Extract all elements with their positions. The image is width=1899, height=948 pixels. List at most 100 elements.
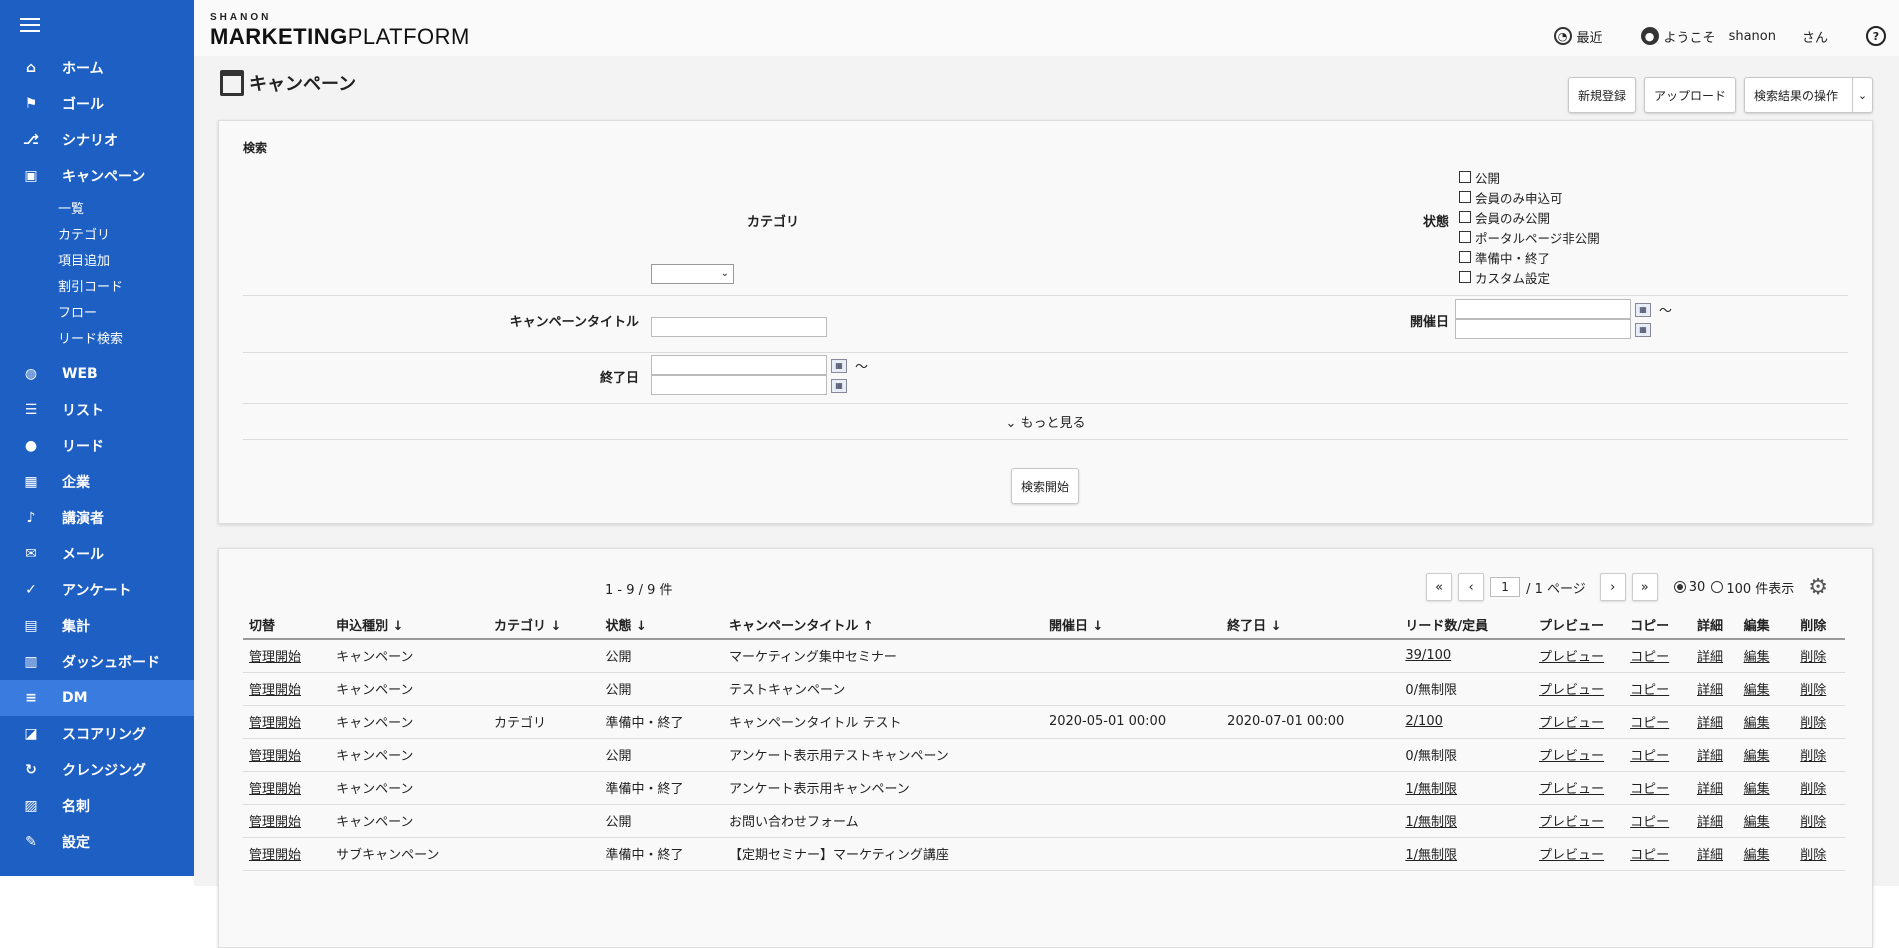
edit-link[interactable]: 編集 <box>1744 782 1770 797</box>
status-checkbox[interactable]: 公開 <box>1459 167 1600 187</box>
switch-link[interactable]: 管理開始 <box>249 716 301 731</box>
detail-link[interactable]: 詳細 <box>1697 815 1723 830</box>
detail-link[interactable]: 詳細 <box>1697 749 1723 764</box>
switch-link[interactable]: 管理開始 <box>249 650 301 665</box>
first-page-button[interactable]: « <box>1426 573 1452 601</box>
status-checkbox[interactable]: 会員のみ申込可 <box>1459 187 1600 207</box>
column-header[interactable]: 状態 ↓ <box>599 611 723 639</box>
copy-link[interactable]: コピー <box>1630 650 1669 665</box>
sidebar-item[interactable]: ▤集計 <box>0 608 194 644</box>
del-link[interactable]: 削除 <box>1800 815 1826 830</box>
switch-link[interactable]: 管理開始 <box>249 683 301 698</box>
sidebar-item[interactable]: ↻クレンジング <box>0 752 194 788</box>
calendar-icon[interactable]: ▦ <box>831 359 847 373</box>
gear-icon[interactable]: ⚙ <box>1808 575 1828 600</box>
edit-link[interactable]: 編集 <box>1744 848 1770 863</box>
copy-link[interactable]: コピー <box>1630 815 1669 830</box>
preview-link[interactable]: プレビュー <box>1539 782 1604 797</box>
sidebar-item[interactable]: ⚑ゴール <box>0 86 194 122</box>
next-page-button[interactable]: › <box>1600 573 1626 601</box>
detail-link[interactable]: 詳細 <box>1697 650 1723 665</box>
upload-button[interactable]: アップロード <box>1644 77 1736 113</box>
sidebar-item[interactable]: ≡DM <box>0 680 194 716</box>
edit-link[interactable]: 編集 <box>1744 815 1770 830</box>
detail-link[interactable]: 詳細 <box>1697 782 1723 797</box>
copy-link[interactable]: コピー <box>1630 782 1669 797</box>
sidebar-item[interactable]: ●リード <box>0 428 194 464</box>
del-link[interactable]: 削除 <box>1800 848 1826 863</box>
submenu-item[interactable]: 項目追加 <box>58 246 194 272</box>
edit-link[interactable]: 編集 <box>1744 683 1770 698</box>
sidebar-item[interactable]: ▦企業 <box>0 464 194 500</box>
status-checkbox[interactable]: 会員のみ公開 <box>1459 207 1600 227</box>
submenu-item[interactable]: 一覧 <box>58 194 194 220</box>
column-header[interactable]: カテゴリ ↓ <box>488 611 599 639</box>
per-page-30-radio[interactable] <box>1674 581 1686 593</box>
status-checkbox[interactable]: ポータルページ非公開 <box>1459 227 1600 247</box>
leads-link[interactable]: 1/無制限 <box>1405 782 1457 797</box>
leads-link[interactable]: 39/100 <box>1405 648 1451 663</box>
campaign-title-input[interactable] <box>651 317 827 337</box>
column-header[interactable]: 申込種別 ↓ <box>330 611 488 639</box>
page-number-input[interactable]: 1 <box>1490 577 1520 597</box>
sidebar-item[interactable]: ⎇シナリオ <box>0 122 194 158</box>
result-actions-dropdown[interactable]: 検索結果の操作 ⌄ <box>1744 77 1873 113</box>
detail-link[interactable]: 詳細 <box>1697 683 1723 698</box>
copy-link[interactable]: コピー <box>1630 716 1669 731</box>
sidebar-item[interactable]: ◪スコアリング <box>0 716 194 752</box>
column-header[interactable]: 開催日 ↓ <box>1043 611 1221 639</box>
calendar-icon[interactable]: ▦ <box>1635 303 1651 317</box>
sidebar-item[interactable]: ✓アンケート <box>0 572 194 608</box>
end-date-to-input[interactable] <box>651 375 827 395</box>
show-more-toggle[interactable]: ⌄ もっと見る <box>219 412 1872 431</box>
leads-link[interactable]: 2/100 <box>1405 714 1442 729</box>
del-link[interactable]: 削除 <box>1800 650 1826 665</box>
sidebar-item[interactable]: ✉メール <box>0 536 194 572</box>
preview-link[interactable]: プレビュー <box>1539 683 1604 698</box>
start-date-to-input[interactable] <box>1455 319 1631 339</box>
new-button[interactable]: 新規登録 <box>1568 77 1636 113</box>
copy-link[interactable]: コピー <box>1630 683 1669 698</box>
status-checkbox[interactable]: 準備中・終了 <box>1459 247 1600 267</box>
del-link[interactable]: 削除 <box>1800 749 1826 764</box>
switch-link[interactable]: 管理開始 <box>249 782 301 797</box>
recent-button[interactable]: ◔ 最近 <box>1554 27 1603 46</box>
detail-link[interactable]: 詳細 <box>1697 848 1723 863</box>
status-checkbox[interactable]: カスタム設定 <box>1459 267 1600 287</box>
calendar-icon[interactable]: ▦ <box>1635 323 1651 337</box>
menu-icon[interactable] <box>20 18 40 34</box>
logo[interactable]: MARKETINGPLATFORM <box>210 24 470 50</box>
preview-link[interactable]: プレビュー <box>1539 716 1604 731</box>
start-date-from-input[interactable] <box>1455 299 1631 319</box>
leads-link[interactable]: 1/無制限 <box>1405 815 1457 830</box>
sidebar-item[interactable]: ▨名刺 <box>0 788 194 824</box>
sidebar-item[interactable]: ⌂ホーム <box>0 50 194 86</box>
help-button[interactable]: ? <box>1866 26 1891 46</box>
del-link[interactable]: 削除 <box>1800 683 1826 698</box>
copy-link[interactable]: コピー <box>1630 848 1669 863</box>
leads-link[interactable]: 1/無制限 <box>1405 848 1457 863</box>
submenu-item[interactable]: カテゴリ <box>58 220 194 246</box>
sidebar-item[interactable]: ☰リスト <box>0 392 194 428</box>
end-date-from-input[interactable] <box>651 355 827 375</box>
copy-link[interactable]: コピー <box>1630 749 1669 764</box>
detail-link[interactable]: 詳細 <box>1697 716 1723 731</box>
preview-link[interactable]: プレビュー <box>1539 650 1604 665</box>
sidebar-item[interactable]: ✎設定 <box>0 824 194 860</box>
column-header[interactable]: 終了日 ↓ <box>1221 611 1399 639</box>
del-link[interactable]: 削除 <box>1800 782 1826 797</box>
category-select[interactable]: ⌄ <box>651 264 734 284</box>
preview-link[interactable]: プレビュー <box>1539 815 1604 830</box>
submenu-item[interactable]: フロー <box>58 298 194 324</box>
edit-link[interactable]: 編集 <box>1744 749 1770 764</box>
sidebar-item[interactable]: ▥ダッシュボード <box>0 644 194 680</box>
switch-link[interactable]: 管理開始 <box>249 815 301 830</box>
sidebar-item[interactable]: ♪講演者 <box>0 500 194 536</box>
calendar-icon[interactable]: ▦ <box>831 379 847 393</box>
last-page-button[interactable]: » <box>1632 573 1658 601</box>
sidebar-item[interactable]: ▣キャンペーン <box>0 158 194 194</box>
edit-link[interactable]: 編集 <box>1744 650 1770 665</box>
user-menu[interactable]: ● ようこそ shanon さん <box>1641 27 1828 46</box>
edit-link[interactable]: 編集 <box>1744 716 1770 731</box>
column-header[interactable]: キャンペーンタイトル ↑ <box>723 611 1043 639</box>
